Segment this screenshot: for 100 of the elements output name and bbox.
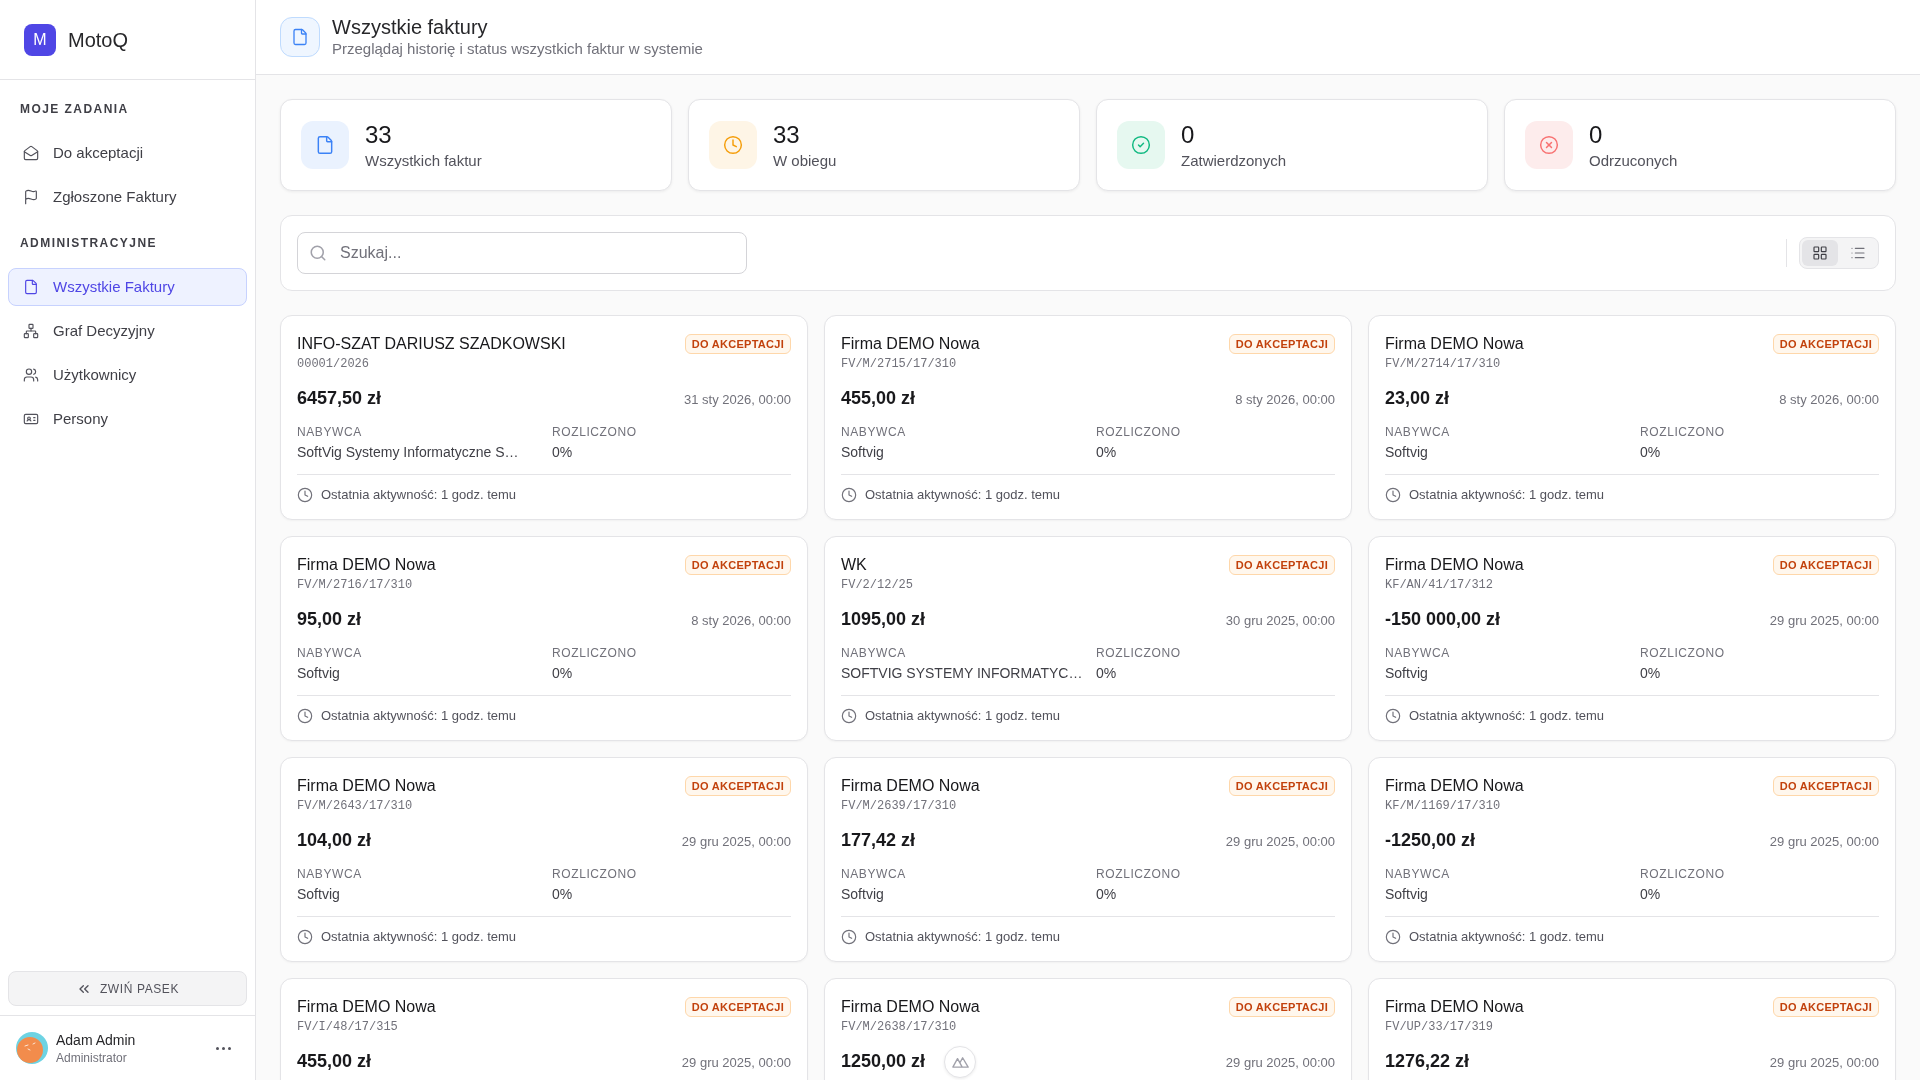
field-value: Softvig <box>841 443 885 462</box>
search-field[interactable]: Szukaj... <box>297 232 747 274</box>
company-name: Firma DEMO Nowa <box>1385 334 1524 354</box>
nav-item[interactable]: Do akceptacji <box>8 134 247 172</box>
field-value: 0% <box>552 885 574 904</box>
invoice-amount: 1276,22 zł <box>1385 1050 1470 1073</box>
field-value: 0% <box>552 443 574 462</box>
field-value: 0% <box>1096 443 1118 462</box>
invoice-number: FV/2/12/25 <box>841 577 913 593</box>
field-value: Softvig <box>297 664 341 683</box>
invoice-number: KF/M/1169/17/310 <box>1385 798 1502 814</box>
field-label: ROZLICZONO <box>552 866 638 882</box>
user-avatar <box>16 1032 48 1064</box>
file-icon <box>301 121 349 169</box>
invoice-card[interactable]: Firma DEMO Nowa FV/M/2638/17/310 DO AKCEPTACJI 1250,00 zł 29 gru 2025, 00:00 <box>824 978 1352 1080</box>
clock-icon <box>297 487 313 503</box>
ellipsis-icon <box>215 1046 231 1050</box>
clock-icon <box>841 708 857 724</box>
page-subtitle: Przeglądaj historię i status wszystkich faktur w systemie <box>332 39 703 59</box>
invoice-card[interactable]: Firma DEMO Nowa KF/AN/41/17/312 DO AKCEPTACJI -150 000,00 zł 29 gru 2025, 00:00 NABYWCA Softvig ROZLICZONO 0% Ostatnia aktywność: 1 godz. temu <box>1368 536 1896 741</box>
activity-text: Ostatnia aktywność: 1 godz. temu <box>865 708 1061 724</box>
field-label: NABYWCA <box>1385 645 1451 661</box>
activity-text: Ostatnia aktywność: 1 godz. temu <box>865 929 1061 945</box>
invoice-card[interactable]: Firma DEMO Nowa FV/I/48/17/315 DO AKCEPTACJI 455,00 zł 29 gru 2025, 00:00 <box>280 978 808 1080</box>
field-value: SoftVig Systemy Informatyczne S… <box>297 443 520 462</box>
field-label: ROZLICZONO <box>1096 424 1182 440</box>
invoice-amount: 6457,50 zł <box>297 387 382 410</box>
field-value: Softvig <box>841 885 885 904</box>
company-name: Firma DEMO Nowa <box>1385 776 1524 796</box>
company-name: WK <box>841 555 868 575</box>
user-name: Adam Admin <box>56 1031 136 1050</box>
invoice-card[interactable]: Firma DEMO Nowa KF/M/1169/17/310 DO AKCEPTACJI -1250,00 zł 29 gru 2025, 00:00 NABYWCA Softvig ROZLICZONO 0% Ostatnia aktywność: 1 godz. temu <box>1368 757 1896 962</box>
page-title: Wszystkie faktury <box>332 15 489 39</box>
clock-icon <box>709 121 757 169</box>
file-icon <box>23 279 39 295</box>
app-name: MotoQ <box>68 27 129 53</box>
collapse-sidebar-button[interactable]: ZWIŃ PASEK <box>8 971 247 1006</box>
flag-icon <box>23 189 39 205</box>
grid-icon <box>1812 245 1828 261</box>
field-value: Softvig <box>1385 664 1429 683</box>
activity-text: Ostatnia aktywność: 1 godz. temu <box>865 487 1061 503</box>
status-badge: DO AKCEPTACJI <box>1228 776 1335 796</box>
field-value: 0% <box>1640 885 1662 904</box>
invoice-date: 30 gru 2025, 00:00 <box>1225 612 1335 630</box>
nav-item[interactable]: Persony <box>8 400 247 438</box>
nav-item[interactable]: Zgłoszone Faktury <box>8 178 247 216</box>
invoice-card[interactable]: Firma DEMO Nowa FV/UP/33/17/319 DO AKCEPTACJI 1276,22 zł 29 gru 2025, 00:00 <box>1368 978 1896 1080</box>
field-label: ROZLICZONO <box>1096 645 1182 661</box>
field-value: 0% <box>1096 664 1118 683</box>
activity-text: Ostatnia aktywność: 1 godz. temu <box>321 708 517 724</box>
invoice-card[interactable]: Firma DEMO Nowa FV/M/2715/17/310 DO AKCEPTACJI 455,00 zł 8 sty 2026, 00:00 NABYWCA Softvig ROZLICZONO 0% Ostatnia aktywność: 1 godz. temu <box>824 315 1352 520</box>
invoice-date: 29 gru 2025, 00:00 <box>681 833 791 851</box>
invoice-number: FV/M/2639/17/310 <box>841 798 958 814</box>
nav-item[interactable]: Użytkownicy <box>8 356 247 394</box>
activity-text: Ostatnia aktywność: 1 godz. temu <box>1409 708 1605 724</box>
invoice-date: 8 sty 2026, 00:00 <box>691 612 791 630</box>
id-card-icon <box>23 411 39 427</box>
field-value: SOFTVIG SYSTEMY INFORMATYC… <box>841 664 1080 683</box>
stat-label: W obiegu <box>773 151 837 171</box>
field-label: ROZLICZONO <box>552 424 638 440</box>
status-badge: DO AKCEPTACJI <box>1772 555 1879 575</box>
company-name: Firma DEMO Nowa <box>841 334 980 354</box>
field-label: ROZLICZONO <box>1096 866 1182 882</box>
activity-text: Ostatnia aktywność: 1 godz. temu <box>1409 487 1605 503</box>
company-name: Firma DEMO Nowa <box>297 997 436 1017</box>
field-label: ROZLICZONO <box>1640 424 1726 440</box>
invoice-date: 29 gru 2025, 00:00 <box>1769 1054 1879 1072</box>
clock-icon <box>1385 929 1401 945</box>
activity-text: Ostatnia aktywność: 1 godz. temu <box>1409 929 1605 945</box>
invoice-amount: 177,42 zł <box>841 829 916 852</box>
invoice-amount: 455,00 zł <box>841 387 916 410</box>
company-name: Firma DEMO Nowa <box>297 776 436 796</box>
users-icon <box>23 367 39 383</box>
invoice-number: FV/M/2638/17/310 <box>841 1019 958 1035</box>
file-icon <box>280 17 320 57</box>
invoice-amount: -1250,00 zł <box>1385 829 1476 852</box>
nav-item[interactable]: Graf Decyzyjny <box>8 312 247 350</box>
invoice-amount: 1095,00 zł <box>841 608 926 631</box>
invoice-amount: -150 000,00 zł <box>1385 608 1501 631</box>
invoice-card[interactable]: Firma DEMO Nowa FV/M/2716/17/310 DO AKCEPTACJI 95,00 zł 8 sty 2026, 00:00 NABYWCA Softvig ROZLICZONO 0% Ostatnia aktywność: 1 godz. temu <box>280 536 808 741</box>
grid-view-button[interactable] <box>1802 240 1838 266</box>
stat-label: Zatwierdzonych <box>1181 151 1287 171</box>
field-label: NABYWCA <box>1385 866 1451 882</box>
company-name: INFO-SZAT DARIUSZ SZADKOWSKI <box>297 334 566 354</box>
nav-item[interactable]: Wszystkie Faktury <box>8 268 247 306</box>
invoice-amount: 104,00 zł <box>297 829 372 852</box>
field-label: NABYWCA <box>297 645 363 661</box>
company-name: Firma DEMO Nowa <box>1385 997 1524 1017</box>
stat-value: 33 <box>365 120 393 150</box>
clock-icon <box>841 487 857 503</box>
invoice-card[interactable]: WK FV/2/12/25 DO AKCEPTACJI 1095,00 zł 30 gru 2025, 00:00 NABYWCA SOFTVIG SYSTEMY INFORMATYC… ROZLICZONO 0% Ostatnia aktywność: 1 godz. temu <box>824 536 1352 741</box>
invoice-number: 00001/2026 <box>297 356 370 372</box>
status-badge: DO AKCEPTACJI <box>1228 555 1335 575</box>
invoice-card[interactable]: Firma DEMO Nowa FV/M/2639/17/310 DO AKCEPTACJI 177,42 zł 29 gru 2025, 00:00 NABYWCA Softvig ROZLICZONO 0% Ostatnia aktywność: 1 godz. temu <box>824 757 1352 962</box>
stat-label: Wszystkich faktur <box>365 151 482 171</box>
invoice-card[interactable]: Firma DEMO Nowa FV/M/2714/17/310 DO AKCEPTACJI 23,00 zł 8 sty 2026, 00:00 NABYWCA Softvig ROZLICZONO 0% Ostatnia aktywność: 1 godz. temu <box>1368 315 1896 520</box>
invoice-card[interactable]: INFO-SZAT DARIUSZ SZADKOWSKI 00001/2026 DO AKCEPTACJI 6457,50 zł 31 sty 2026, 00:00 NABYWCA SoftVig Systemy Informatyczne S… ROZLICZONO 0% Ostatnia aktywność: 1 godz. temu <box>280 315 808 520</box>
field-label: ROZLICZONO <box>552 645 638 661</box>
status-badge: DO AKCEPTACJI <box>1772 776 1879 796</box>
invoice-card[interactable]: Firma DEMO Nowa FV/M/2643/17/310 DO AKCEPTACJI 104,00 zł 29 gru 2025, 00:00 NABYWCA Softvig ROZLICZONO 0% Ostatnia aktywność: 1 godz. temu <box>280 757 808 962</box>
